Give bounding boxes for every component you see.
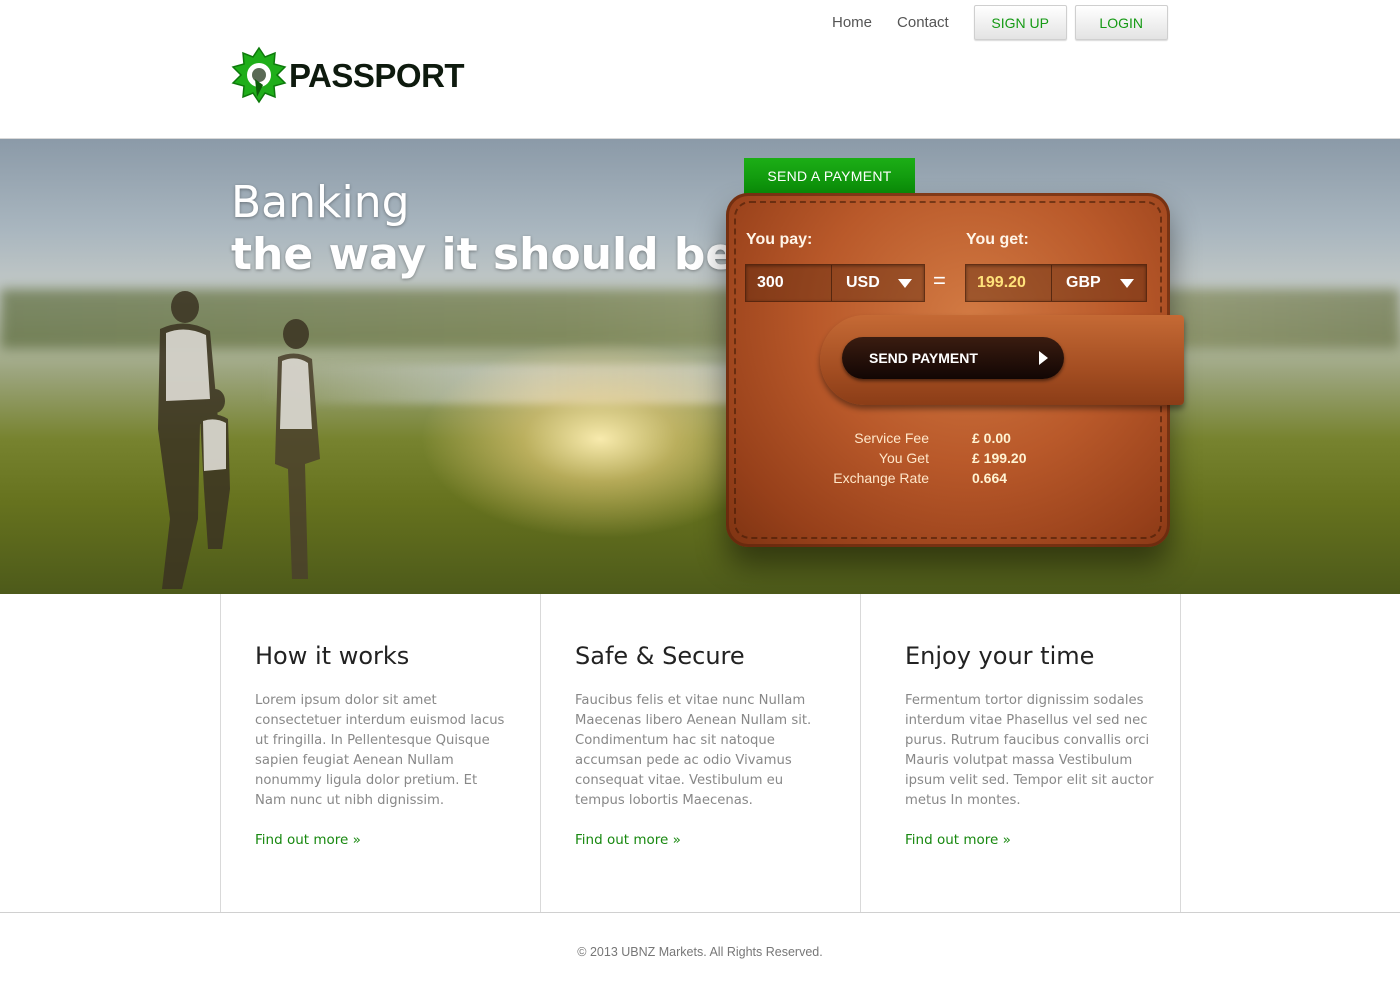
feature-body: Lorem ipsum dolor sit amet consectetuer …	[255, 693, 505, 808]
service-fee-label: Service Fee	[854, 430, 929, 446]
send-a-payment-tab[interactable]: SEND A PAYMENT	[744, 158, 915, 194]
chevron-down-icon	[898, 278, 912, 288]
pay-field-group: 300 USD	[745, 264, 925, 302]
you-get-label: You get:	[966, 231, 1029, 248]
brand-logo[interactable]: PASSPORT	[231, 46, 465, 106]
get-amount-output[interactable]: 199.20	[966, 274, 1051, 292]
feature-enjoy-your-time: Enjoy your time Fermentum tortor digniss…	[860, 594, 1181, 912]
get-field-group: 199.20 GBP	[965, 264, 1147, 302]
send-payment-label: SEND PAYMENT	[869, 350, 978, 366]
features-section: How it works Lorem ipsum dolor sit amet …	[220, 594, 1181, 912]
feature-title: How it works	[255, 642, 410, 670]
top-nav: Home Contact SIGN UP LOGIN	[832, 5, 1176, 40]
feature-title: Safe & Secure	[575, 642, 745, 670]
you-pay-label: You pay:	[746, 231, 813, 248]
pay-currency-select[interactable]: USD	[832, 274, 924, 292]
exchange-rate-value: 0.664	[972, 470, 1008, 486]
pay-currency-value: USD	[846, 274, 880, 291]
play-arrow-icon	[1039, 351, 1048, 365]
hero-banner: Banking the way it should be.	[0, 139, 1400, 594]
feature-body: Faucibus felis et vitae nunc Nullam Maec…	[575, 693, 812, 808]
send-payment-button[interactable]: SEND PAYMENT	[842, 337, 1064, 379]
hero-heading-line1: Banking	[231, 177, 410, 228]
you-get-summary-value: £ 199.20	[972, 450, 1027, 466]
feature-safe-secure: Safe & Secure Faucibus felis et vitae nu…	[540, 594, 860, 912]
site-header: Home Contact SIGN UP LOGIN PASSPORT	[0, 0, 1400, 139]
feature-title: Enjoy your time	[905, 642, 1095, 670]
find-out-more-link[interactable]: Find out more »	[255, 832, 361, 848]
passport-logo-icon	[231, 46, 287, 106]
family-silhouette-image	[158, 291, 320, 589]
get-currency-value: GBP	[1066, 274, 1101, 291]
exchange-rate-label: Exchange Rate	[833, 470, 929, 486]
footer-copyright: © 2013 UBNZ Markets. All Rights Reserved…	[577, 945, 823, 959]
hero-heading-line2: the way it should be.	[231, 229, 752, 280]
login-button[interactable]: LOGIN	[1074, 5, 1168, 40]
chevron-down-icon	[1120, 278, 1134, 288]
signup-button[interactable]: SIGN UP	[973, 5, 1067, 40]
find-out-more-link[interactable]: Find out more »	[905, 832, 1011, 848]
footer-divider	[0, 912, 1400, 913]
nav-contact-link[interactable]: Contact	[897, 14, 949, 31]
feature-body: Fermentum tortor dignissim sodales inter…	[905, 693, 1154, 808]
brand-name: PASSPORT	[289, 57, 465, 94]
nav-home-link[interactable]: Home	[832, 14, 872, 31]
find-out-more-link[interactable]: Find out more »	[575, 832, 681, 848]
service-fee-value: £ 0.00	[972, 430, 1011, 446]
pay-amount-input[interactable]: 300	[746, 274, 831, 292]
equals-sign: =	[933, 268, 946, 293]
get-currency-select[interactable]: GBP	[1052, 274, 1146, 292]
feature-how-it-works: How it works Lorem ipsum dolor sit amet …	[220, 594, 540, 912]
you-get-summary-label: You Get	[878, 450, 929, 466]
